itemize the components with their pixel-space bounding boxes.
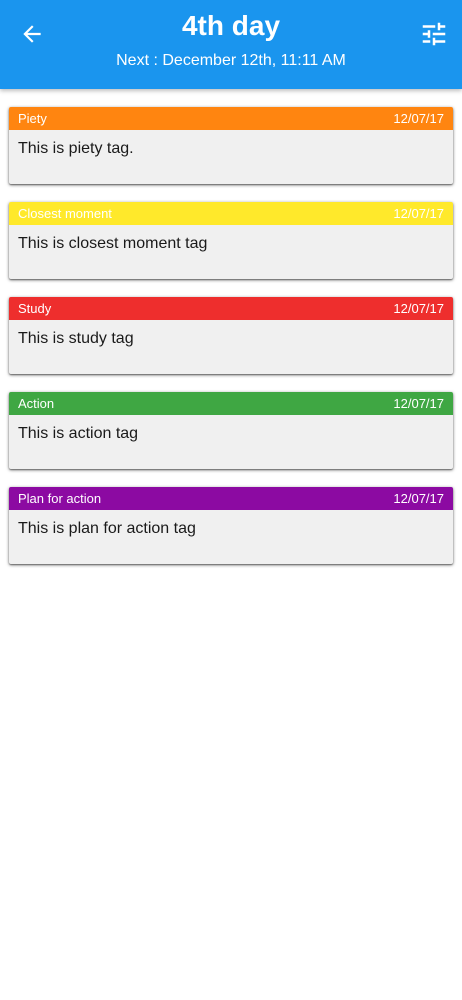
tag-name: Action bbox=[18, 396, 55, 411]
tune-sliders-icon bbox=[422, 22, 446, 46]
tag-card-closest-moment[interactable]: Closest moment 12/07/17 This is closest … bbox=[9, 202, 453, 279]
tag-name: Closest moment bbox=[18, 206, 112, 221]
arrow-left-icon bbox=[23, 25, 41, 43]
tag-date: 12/07/17 bbox=[393, 111, 444, 126]
next-reminder-subtitle: Next : December 12th, 11:11 AM bbox=[116, 52, 346, 69]
tag-description: This is study tag bbox=[18, 330, 134, 347]
tag-card-plan-for-action[interactable]: Plan for action 12/07/17 This is plan fo… bbox=[9, 487, 453, 564]
tag-card-header: Plan for action 12/07/17 bbox=[9, 487, 453, 510]
tag-card-study[interactable]: Study 12/07/17 This is study tag bbox=[9, 297, 453, 374]
filter-button[interactable] bbox=[418, 18, 450, 50]
tag-name: Piety bbox=[18, 111, 47, 126]
tag-card-action[interactable]: Action 12/07/17 This is action tag bbox=[9, 392, 453, 469]
tag-date: 12/07/17 bbox=[393, 491, 444, 506]
tag-description: This is piety tag. bbox=[18, 140, 134, 157]
tag-name: Study bbox=[18, 301, 52, 316]
tag-card-piety[interactable]: Piety 12/07/17 This is piety tag. bbox=[9, 107, 453, 184]
tag-list: Piety 12/07/17 This is piety tag. Closes… bbox=[9, 107, 453, 582]
app-bar: 4th day Next : December 12th, 11:11 AM bbox=[0, 0, 462, 89]
tag-card-header: Piety 12/07/17 bbox=[9, 107, 453, 130]
tag-date: 12/07/17 bbox=[393, 301, 444, 316]
tag-card-header: Action 12/07/17 bbox=[9, 392, 453, 415]
tag-description: This is closest moment tag bbox=[18, 235, 208, 252]
page-title: 4th day bbox=[181, 10, 281, 41]
back-button[interactable] bbox=[16, 18, 48, 50]
tag-card-header: Study 12/07/17 bbox=[9, 297, 453, 320]
tag-date: 12/07/17 bbox=[393, 396, 444, 411]
tag-description: This is plan for action tag bbox=[18, 520, 196, 537]
tag-name: Plan for action bbox=[18, 491, 102, 506]
tag-card-header: Closest moment 12/07/17 bbox=[9, 202, 453, 225]
tag-description: This is action tag bbox=[18, 425, 139, 442]
tag-date: 12/07/17 bbox=[393, 206, 444, 221]
